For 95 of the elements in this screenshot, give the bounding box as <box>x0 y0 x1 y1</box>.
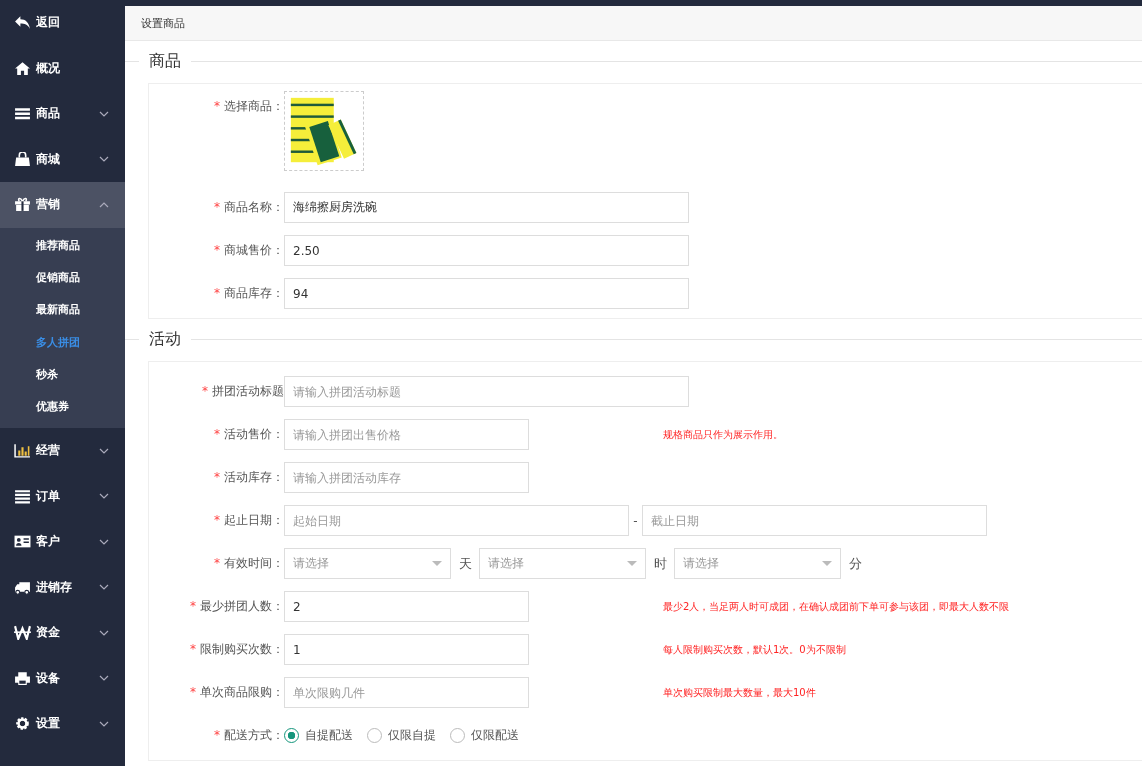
bar-chart-icon <box>14 443 31 459</box>
sidebar-item[interactable]: 资金 <box>0 609 125 656</box>
radio-option[interactable]: 自提配送 <box>284 727 353 744</box>
shopping-bag-icon <box>14 151 31 167</box>
submenu-item[interactable]: 秒杀 <box>0 359 125 392</box>
required-mark: * <box>214 286 220 300</box>
chevron-up-icon <box>99 201 109 208</box>
page-title: 设置商品 <box>141 15 185 31</box>
required-mark: * <box>190 642 196 656</box>
field-label: 起止日期： <box>224 513 284 527</box>
back-arrow-icon <box>14 15 31 31</box>
required-mark: * <box>202 384 208 398</box>
chevron-down-icon <box>99 110 109 117</box>
field-label: 配送方式： <box>224 728 284 742</box>
sidebar-item[interactable]: 客户 <box>0 518 125 565</box>
required-mark: * <box>214 243 220 257</box>
product-image[interactable] <box>284 91 364 171</box>
hint-text: 每人限制购买次数，默认1次。0为不限制 <box>663 642 846 657</box>
submenu-item[interactable]: 最新商品 <box>0 294 125 327</box>
field-label: 拼团活动标题 <box>212 384 284 398</box>
hint-text: 最少2人，当足两人时可成团，在确认成团前下单可参与该团，即最大人数不限 <box>663 599 1010 614</box>
input-field[interactable]: 1 <box>284 634 529 665</box>
input-field[interactable]: 请输入拼团出售价格 <box>284 419 529 450</box>
sidebar-item[interactable]: 设备 <box>0 655 125 701</box>
input-field[interactable]: 海绵擦厨房洗碗 <box>284 192 689 223</box>
radio-option[interactable]: 仅限配送 <box>450 727 519 744</box>
end-date-field[interactable]: 截止日期 <box>642 505 987 536</box>
required-mark: * <box>214 427 220 441</box>
chevron-down-icon <box>99 447 109 454</box>
chevron-down-icon <box>99 720 109 727</box>
input-field[interactable]: 94 <box>284 278 689 309</box>
required-mark: * <box>214 99 220 113</box>
sidebar-item[interactable]: 设置 <box>0 700 125 747</box>
sidebar-item[interactable]: 营销 <box>0 182 125 228</box>
required-mark: * <box>190 685 196 699</box>
submenu-item[interactable]: 优惠券 <box>0 391 125 424</box>
printer-icon <box>14 670 31 686</box>
sidebar-item[interactable]: 商城 <box>0 136 125 182</box>
input-field[interactable]: 2 <box>284 591 529 622</box>
id-card-icon <box>14 534 31 550</box>
section-title: 商品 <box>148 50 182 72</box>
radio-button[interactable] <box>284 728 299 743</box>
field-label: 商品名称： <box>224 200 284 214</box>
chevron-down-icon <box>99 538 109 545</box>
caret-icon <box>432 561 442 566</box>
input-field[interactable]: 2.50 <box>284 235 689 266</box>
sidebar-item[interactable]: 进销存 <box>0 564 125 610</box>
chevron-down-icon <box>99 156 109 163</box>
submenu-item[interactable]: 推荐商品 <box>0 229 125 262</box>
caret-icon <box>822 561 832 566</box>
caret-icon <box>627 561 637 566</box>
sidebar-item[interactable]: 返回 <box>0 0 125 46</box>
field-label: 商城售价： <box>224 243 284 257</box>
truck-icon <box>14 579 31 595</box>
sidebar-item[interactable]: 概况 <box>0 45 125 91</box>
start-date-field[interactable]: 起始日期 <box>284 505 629 536</box>
chevron-down-icon <box>99 629 109 636</box>
field-label: 最少拼团人数： <box>200 599 284 613</box>
chevron-down-icon <box>99 584 109 591</box>
input-field[interactable]: 请输入拼团活动库存 <box>284 462 529 493</box>
gift-icon <box>14 197 31 213</box>
required-mark: * <box>190 599 196 613</box>
field-label: 商品库存： <box>224 286 284 300</box>
chevron-down-icon <box>99 675 109 682</box>
chevron-down-icon <box>99 493 109 500</box>
unit-label: 分 <box>847 554 863 573</box>
submenu-item[interactable]: 促销商品 <box>0 261 125 295</box>
required-mark: * <box>214 556 220 570</box>
hint-text: 单次购买限制最大数量，最大10件 <box>663 685 816 700</box>
field-label: 活动库存： <box>224 470 284 484</box>
field-label: 限制购买次数： <box>200 642 284 656</box>
list-icon <box>14 488 31 504</box>
required-mark: * <box>214 470 220 484</box>
won-sign-icon <box>14 625 31 641</box>
section-title: 活动 <box>148 328 182 350</box>
input-field[interactable]: 单次限购几件 <box>284 677 529 708</box>
required-mark: * <box>214 513 220 527</box>
sidebar-item[interactable]: 经营 <box>0 427 125 474</box>
unit-label: 天 <box>457 554 473 573</box>
menu-icon <box>14 106 31 122</box>
settings-icon <box>14 716 31 732</box>
required-mark: * <box>214 728 220 742</box>
sidebar-item[interactable]: 商品 <box>0 91 125 137</box>
field-label: 单次商品限购： <box>200 685 284 699</box>
unit-label: 时 <box>652 554 668 573</box>
field-label: 有效时间： <box>224 556 284 570</box>
input-field[interactable]: 请输入拼团活动标题 <box>284 376 689 407</box>
radio-option[interactable]: 仅限自提 <box>367 727 436 744</box>
range-separator: - <box>632 513 639 528</box>
home-icon <box>14 60 31 76</box>
hint-text: 规格商品只作为展示作用。 <box>663 427 783 442</box>
required-mark: * <box>214 200 220 214</box>
sidebar-item[interactable]: 订单 <box>0 473 125 519</box>
field-label: 活动售价： <box>224 427 284 441</box>
field-label: 选择商品： <box>224 99 284 113</box>
